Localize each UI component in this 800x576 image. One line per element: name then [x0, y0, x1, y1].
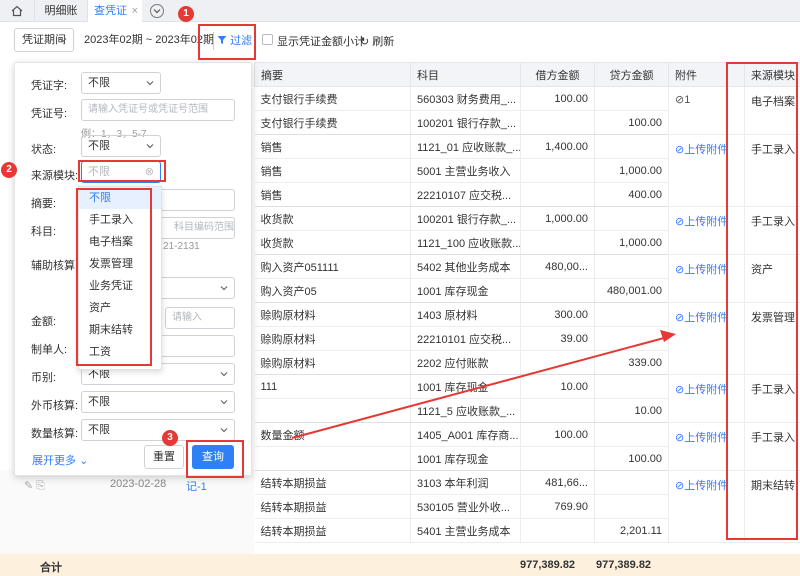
step-badge-2: 2	[1, 162, 17, 178]
step-badge-1: 1	[178, 6, 194, 22]
annotation-arrow	[291, 330, 676, 439]
step-badge-3: 3	[162, 430, 178, 446]
